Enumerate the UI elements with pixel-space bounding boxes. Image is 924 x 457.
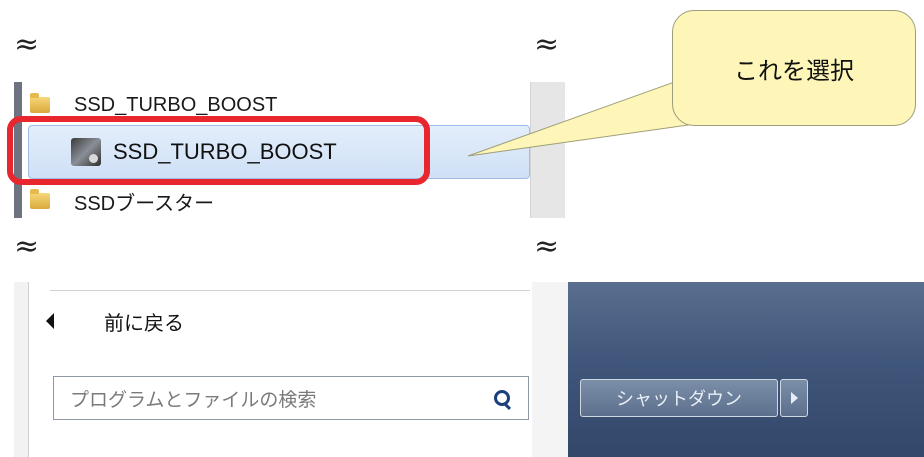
- separator: [50, 290, 530, 291]
- search-placeholder: プログラムとファイルの検索: [70, 388, 317, 411]
- panel-left-border: [14, 282, 29, 457]
- panel-right-border: [532, 282, 568, 457]
- back-arrow-icon: [46, 313, 54, 329]
- search-input[interactable]: プログラムとファイルの検索: [53, 376, 529, 420]
- back-button[interactable]: 前に戻る: [46, 306, 184, 336]
- shutdown-button[interactable]: シャットダウン: [580, 379, 778, 417]
- chevron-right-icon: [790, 392, 798, 404]
- shutdown-options-button[interactable]: [780, 379, 808, 417]
- right-pane-background: [568, 282, 924, 457]
- back-label: 前に戻る: [104, 310, 184, 335]
- search-icon[interactable]: [494, 390, 510, 406]
